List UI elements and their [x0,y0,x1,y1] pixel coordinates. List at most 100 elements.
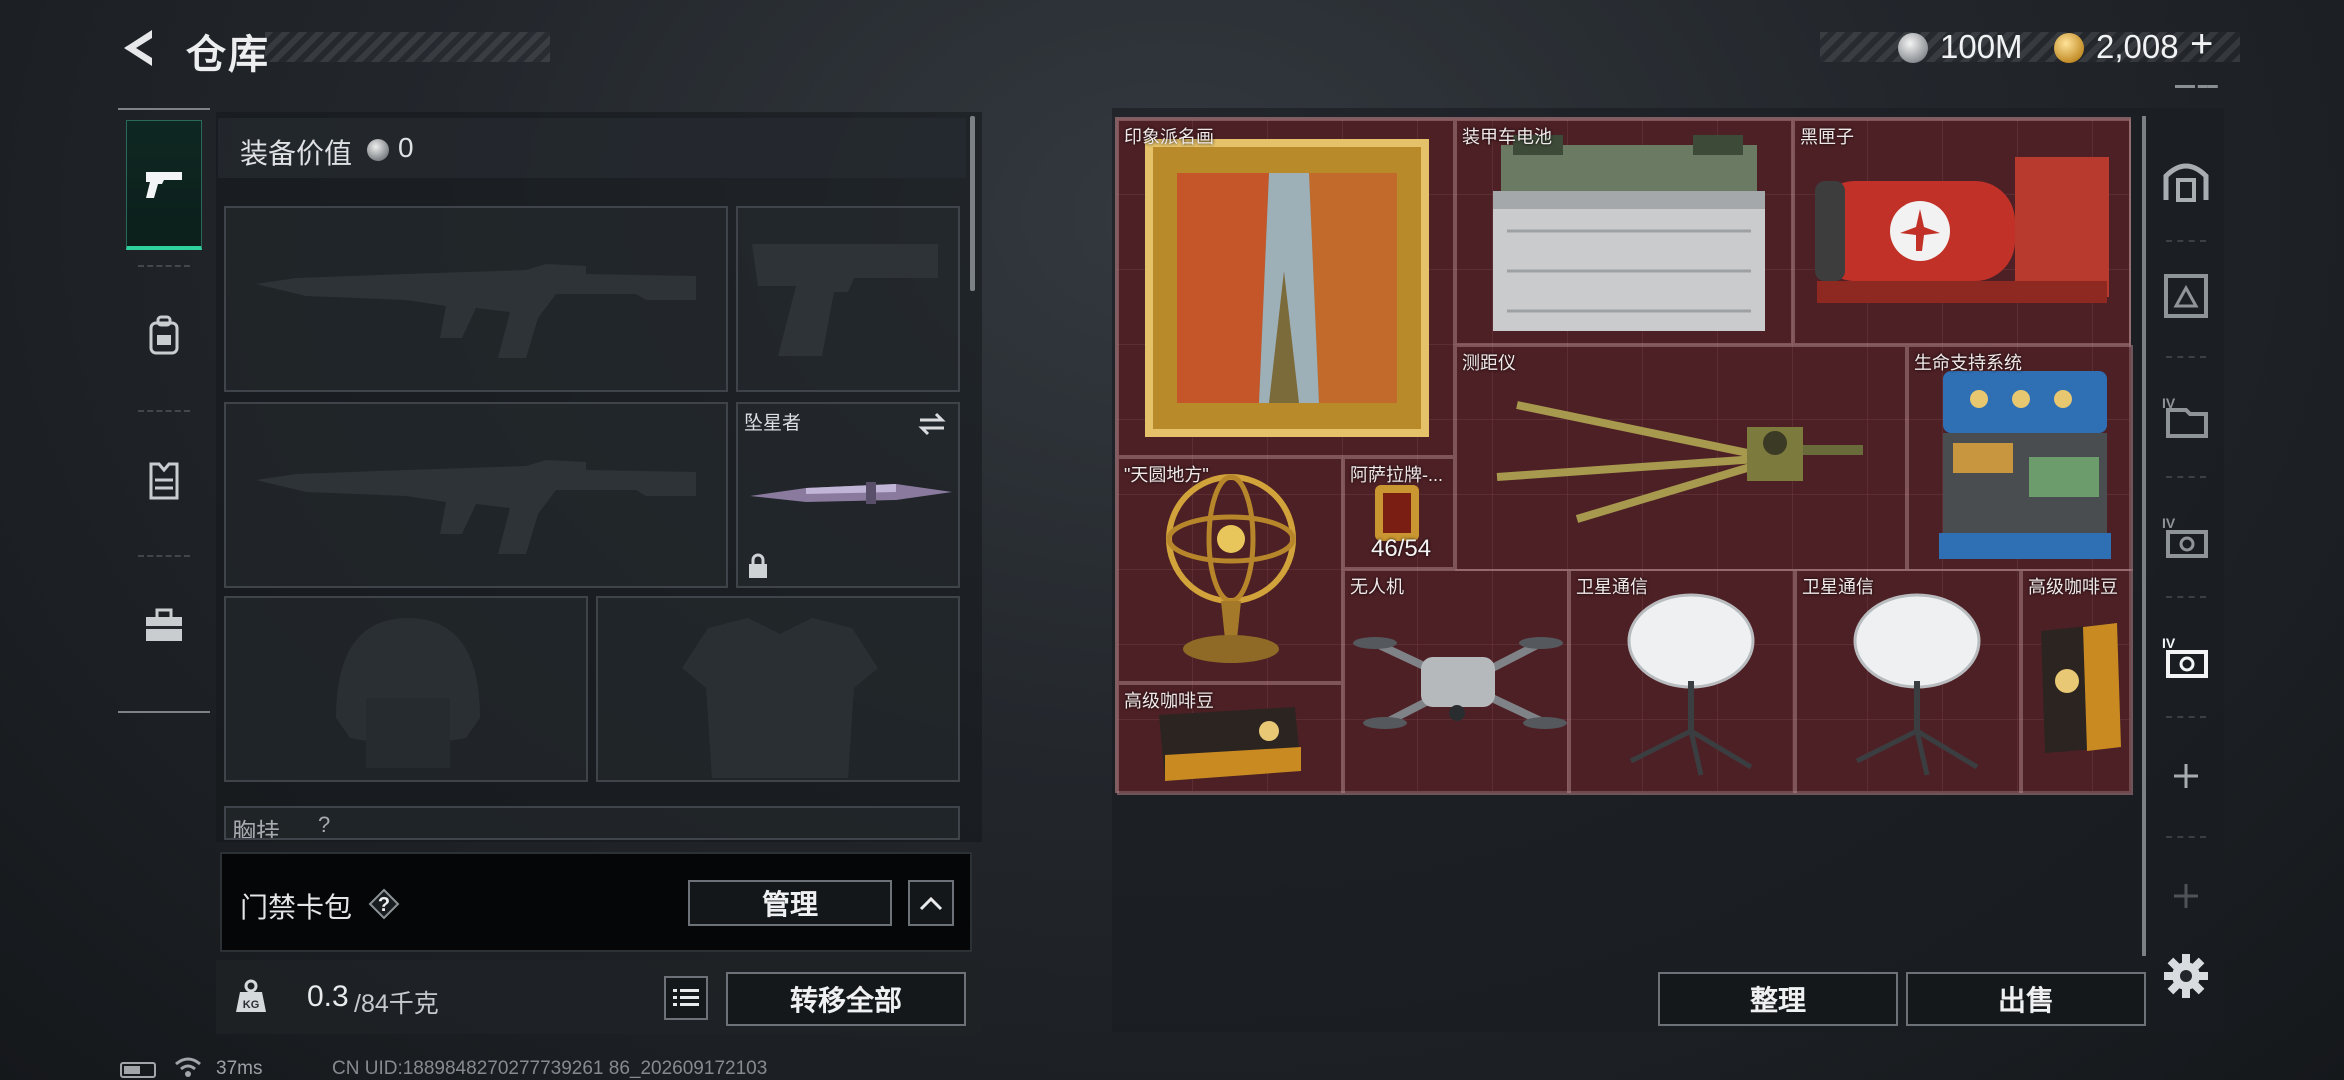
knife-icon [750,482,952,504]
tab-backpack[interactable] [126,270,202,400]
add-tab-disabled-icon [2174,884,2198,908]
page-title: 仓库 [186,33,270,77]
collapse-button[interactable] [908,880,954,926]
transfer-all-button[interactable]: 转移全部 [726,972,966,1026]
vest-icon [149,462,179,500]
user-uid: CN UID:1889848270277739261 86_2026091721… [332,1058,768,1079]
item-asala-card[interactable]: 阿萨拉牌-... 46/54 [1343,457,1455,569]
warehouse-3-icon: IV [2162,395,2208,438]
item-armillary-sphere[interactable]: "天圆地方" [1117,457,1343,683]
wifi-icon [175,1057,201,1077]
pistol-silhouette-icon [752,244,938,356]
helmet-slot[interactable] [224,596,588,782]
black-box-icon [1815,157,2109,303]
tab-divider [2166,596,2206,598]
network-ping: 37ms [216,1058,263,1079]
warehouse-5-icon: IV [2162,635,2208,678]
melee-slot-label: 坠星者 [744,413,802,434]
coffee-bag-icon [2041,623,2121,753]
item-label: 装甲车电池 [1462,127,1552,147]
item-premium-coffee-beans[interactable]: 高级咖啡豆 [1117,683,1343,795]
tab-armor[interactable] [126,415,202,545]
painting-icon [1145,139,1429,437]
swap-icon[interactable] [916,410,948,438]
tab-divider [2166,716,2206,718]
add-currency-button[interactable]: + [2190,22,2213,67]
gear-icon[interactable] [2162,952,2210,1000]
primary-weapon-slot[interactable] [224,206,728,392]
svg-text:IV: IV [2162,515,2176,531]
silver-coin-icon [1898,33,1928,63]
item-label: 高级咖啡豆 [2028,577,2118,597]
battery-icon [120,1062,156,1078]
item-black-box[interactable]: 黑匣子 [1793,119,2131,345]
battery-item-icon [1493,135,1765,331]
sell-button[interactable]: 出售 [1906,972,2146,1026]
satellite-dish-icon [1627,593,1755,776]
gold-coin-icon [2054,33,2084,63]
tab-add-warehouse-disabled [2158,868,2214,924]
silver-currency-amount: 100M [1940,28,2023,65]
tab-warehouse-4[interactable]: IV [2158,508,2214,564]
secondary-weapon-slot[interactable] [736,206,960,392]
tab-add-warehouse[interactable] [2158,748,2214,804]
rangefinder-icon [1496,401,1863,523]
back-arrow-icon[interactable] [118,26,162,70]
tab-warehouse-3[interactable]: IV [2158,388,2214,444]
chest-rig-label: 胸挂 [232,819,280,840]
item-label: 黑匣子 [1800,127,1854,147]
equipment-category-tabs [118,108,210,713]
item-label: "天圆地方" [1124,465,1209,485]
helmet-silhouette-icon [336,618,480,768]
item-label: 卫星通信 [1576,577,1648,597]
item-premium-coffee-beans[interactable]: 高级咖啡豆 [2021,569,2133,795]
melee-slot[interactable]: 坠星者 [736,402,960,588]
tab-warehouse-5[interactable]: IV [2158,628,2214,684]
help-icon[interactable]: ? [368,888,400,920]
item-label: 生命支持系统 [1914,353,2022,373]
tab-weapons[interactable] [126,120,202,250]
svg-text:?: ? [378,894,390,916]
equipment-value-label: 装备价值 [240,138,353,169]
list-icon [673,989,699,1006]
chevron-up-icon [919,896,943,911]
item-satellite-communication[interactable]: 卫星通信 [1795,569,2021,795]
equipment-value: 0 [398,132,414,163]
tab-divider [2166,476,2206,478]
tab-divider [2166,356,2206,358]
vault-icon [2163,163,2209,202]
armillary-sphere-icon [1166,474,1296,663]
rifle-silhouette-icon [256,264,696,358]
max-weight: /84千克 [354,990,439,1018]
item-satellite-communication[interactable]: 卫星通信 [1569,569,1795,795]
storage-scrollbar[interactable] [2142,116,2146,956]
list-view-button[interactable] [664,976,708,1020]
item-impressionist-painting[interactable]: 印象派名画 [1117,119,1455,457]
tab-toolbox[interactable] [126,560,202,690]
svg-text:IV: IV [2162,635,2176,651]
storage-grid: 印象派名画 装甲车电池 黑匣子 测距仪 生命支持系统 "天圆地方" 阿萨拉牌-.… [1115,117,2133,795]
item-armored-vehicle-battery[interactable]: 装甲车电池 [1455,119,1793,345]
sort-button[interactable]: 整理 [1658,972,1898,1026]
equipment-scrollbar[interactable] [970,116,975,291]
body-armor-slot[interactable] [596,596,960,782]
item-drone[interactable]: 无人机 [1343,569,1569,795]
lock-icon [749,553,767,578]
gold-currency-amount: 2,008 [2096,28,2179,65]
item-label: 高级咖啡豆 [1124,691,1214,711]
armor-silhouette-icon [682,618,878,778]
item-rangefinder[interactable]: 测距仪 [1455,345,1907,571]
tab-warehouse-2[interactable] [2158,268,2214,324]
tab-divider [138,410,190,412]
chest-rig-help-icon[interactable]: ? [318,812,330,838]
current-weight: 0.3 [307,980,349,1013]
tab-vault[interactable] [2158,152,2214,208]
manage-button[interactable]: 管理 [688,880,892,926]
item-life-support-system[interactable]: 生命支持系统 [1907,345,2133,571]
toolbox-icon [146,608,182,641]
chest-rig-slot[interactable]: 胸挂 ? [224,806,960,840]
item-stack-count: 46/54 [1371,535,1432,562]
primary-weapon-slot-2[interactable] [224,402,728,588]
weight-icon: KG [236,979,266,1012]
keycard-bag-label: 门禁卡包 [240,892,353,923]
